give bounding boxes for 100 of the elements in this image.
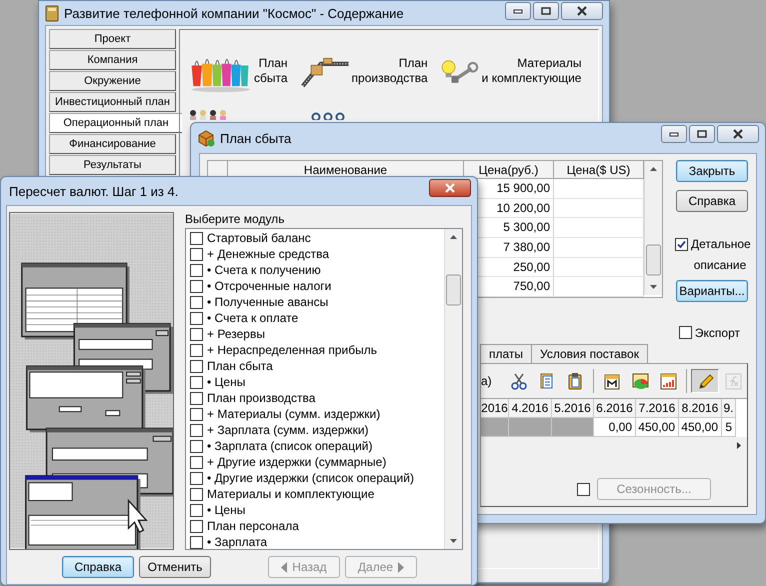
list-item[interactable]: • Счета к оплате [207,311,298,325]
box-icon [197,129,215,147]
clipboard-icon [566,372,584,390]
checkbox[interactable] [675,238,688,251]
list-label: Выберите модуль [185,212,286,228]
minimize-button[interactable] [661,125,687,143]
nav-tab[interactable]: Результаты [49,155,176,175]
window-title: Пересчет валют. Шаг 1 из 4. [9,184,178,198]
checkbox[interactable] [190,536,203,548]
maximize-icon [541,7,551,15]
list-item[interactable]: План производства [207,391,316,405]
list-item[interactable]: + Резервы [207,327,265,341]
checkbox[interactable] [190,472,203,484]
list-item[interactable]: + Другие издержки (суммарные) [207,455,386,469]
nav-tab[interactable]: Операционный план [49,113,182,133]
checkbox[interactable] [190,456,203,468]
checkbox[interactable] [190,504,203,516]
toolbar-caption: а) [481,374,493,388]
function-icon [724,372,742,390]
people-icon[interactable] [188,110,228,120]
minimize-icon [669,131,679,137]
checkbox[interactable] [190,312,203,324]
list-item[interactable]: • Отсроченные налоги [207,279,332,293]
column-header: 5.2016 [552,399,594,418]
column-header: 8.2016 [679,399,722,418]
right-arrow-icon [397,562,404,572]
list-item[interactable]: • Зарплата [207,535,268,549]
dialog-button[interactable]: Закрыть [676,160,748,182]
notebook-icon [45,4,59,22]
close-button[interactable] [429,179,471,197]
checkbox[interactable] [190,280,203,292]
dialog-button[interactable]: Справка [62,556,134,578]
nav-tab[interactable]: Проект [49,29,176,49]
list-item[interactable]: • Зарплата (список операций) [207,439,372,453]
column-header: 9. [722,399,736,418]
list-item[interactable]: План персонала [207,519,299,533]
checkbox-label: Экспорт [694,326,740,340]
minimize-icon [513,8,523,14]
list-item[interactable]: • Цены [207,503,246,517]
checkbox[interactable] [190,424,203,436]
nav-tab[interactable]: Инвестиционный план [49,92,176,112]
dialog-button[interactable]: Отменить [139,556,211,578]
nav-tab[interactable]: Компания [49,50,176,70]
list-item[interactable]: План сбыта [207,359,273,373]
module-link[interactable]: План сбыта [254,56,288,86]
checkbox[interactable] [190,344,203,356]
calendar-icon [602,372,622,390]
list-item[interactable]: • Другие издержки (список операций) [207,471,414,485]
window-title: План сбыта [220,130,292,146]
column-header: 6.2016 [594,399,636,418]
list-item[interactable]: • Счета к получению [207,263,321,277]
checkbox[interactable] [190,328,203,340]
checkbox[interactable] [678,326,692,339]
column-header: 7.2016 [636,399,679,418]
bar-chart-icon [658,372,678,390]
gears-icon[interactable] [310,110,346,120]
list-item[interactable]: Материалы и комплектующие [207,487,374,501]
checkbox[interactable] [190,232,203,244]
checkbox[interactable] [190,520,203,532]
list-item[interactable]: + Зарплата (сумм. издержки) [207,423,369,437]
column-header: 4.2016 [509,399,552,418]
checkbox[interactable] [190,264,203,276]
close-button[interactable] [561,2,603,20]
column-header: 2016 [481,399,509,418]
maximize-icon [697,130,707,138]
tab[interactable]: платы [480,344,532,363]
nav-tab[interactable]: Окружение [49,71,176,91]
close-icon [576,6,588,16]
checkbox[interactable] [190,248,203,260]
list-item[interactable]: + Денежные средства [207,247,330,261]
nav-tab[interactable]: Финансирование [49,134,176,154]
window-title: Развитие телефонной компании "Космос" - Содержание [64,6,404,20]
list-item[interactable]: + Материалы (сумм. издержки) [207,407,380,421]
module-link[interactable]: План производства [352,56,428,86]
maximize-button[interactable] [689,125,715,143]
pie-chart-icon [630,372,650,390]
close-button[interactable] [717,125,759,143]
scissors-icon [510,372,528,390]
minimize-button[interactable] [505,2,531,20]
close-icon [444,183,456,193]
checkbox[interactable] [190,440,203,452]
checkbox[interactable] [190,296,203,308]
module-link[interactable]: Материалы и комплектующие [482,56,582,86]
left-arrow-icon [281,562,288,572]
checkbox[interactable] [190,376,203,388]
checkbox[interactable] [190,360,203,372]
list-item[interactable]: • Полученные авансы [207,295,328,309]
checkbox[interactable] [190,392,203,404]
dialog-button[interactable]: Справка [676,190,748,212]
list-item[interactable]: + Нераспределенная прибыль [207,343,377,357]
variants-button[interactable]: Варианты... [676,280,748,302]
list-item[interactable]: • Цены [207,375,246,389]
tab[interactable]: Условия поставок [531,344,648,363]
toolbar-button[interactable] [691,369,719,393]
checkbox[interactable] [190,408,203,420]
scrollbar[interactable] [444,229,462,549]
checkbox[interactable] [190,488,203,500]
scrollbar[interactable] [644,161,662,295]
maximize-button[interactable] [533,2,559,20]
list-item[interactable]: Стартовый баланс [207,231,311,245]
